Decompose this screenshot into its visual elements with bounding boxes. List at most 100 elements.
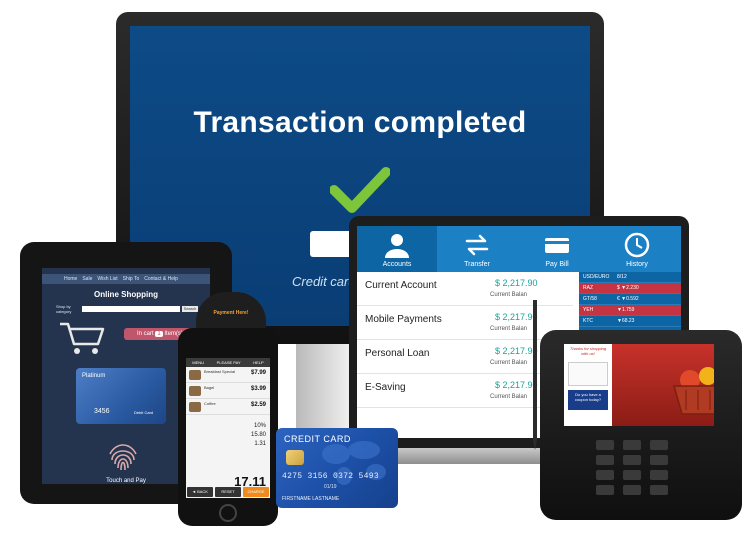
- order-summary: 10% 15.80 1.31: [251, 422, 266, 449]
- tab-pay-bill-label: Pay Bill: [545, 261, 569, 268]
- fingerprint-icon[interactable]: [106, 440, 140, 474]
- rate-pair: GT/58: [583, 296, 597, 302]
- rate-row: YEH ▼1.759: [579, 305, 681, 316]
- account-balance-label: Current Balan: [490, 394, 528, 400]
- keypad-key[interactable]: [650, 485, 668, 495]
- account-amount: $ 2,217.90: [495, 278, 538, 288]
- debit-card[interactable]: Platinum 3456 Debit Card: [76, 368, 166, 424]
- item-name: Bagel: [204, 385, 215, 390]
- home-button[interactable]: [219, 504, 237, 522]
- subtotal-value: 15.80: [250, 432, 266, 438]
- charge-button[interactable]: CHARGE: [243, 487, 269, 497]
- keypad-key[interactable]: [596, 440, 614, 450]
- tab-accounts[interactable]: Accounts: [357, 226, 437, 272]
- smartphone-device: MENU PLEASE PAY HELP Breakfast Special $…: [178, 328, 278, 526]
- shopping-cart-icon: [60, 322, 105, 354]
- rate-value: ▼68.23: [617, 318, 635, 324]
- pos-terminal: Thanks for shopping with us! Do you have…: [540, 330, 742, 520]
- payment-here-label: Payment Here!: [213, 310, 249, 316]
- tab-pay-bill[interactable]: Pay Bill: [517, 226, 597, 272]
- pos-receipt: [568, 362, 608, 386]
- rate-pair: RAZ: [583, 285, 593, 291]
- clock-icon: [624, 232, 650, 258]
- account-name: Personal Loan: [365, 348, 430, 359]
- item-price: $2.59: [250, 402, 266, 408]
- rate-value: € ▼0.592: [617, 296, 639, 302]
- account-balance-label: Current Balan: [490, 292, 528, 298]
- tab-history[interactable]: History: [597, 226, 677, 272]
- tablet-search-input[interactable]: [82, 306, 180, 312]
- reset-button[interactable]: RESET: [215, 487, 241, 497]
- item-thumbnail: [189, 386, 201, 396]
- transfer-icon: [465, 234, 489, 256]
- checkmark-icon: [330, 167, 390, 213]
- transaction-title: Transaction completed: [193, 106, 527, 139]
- rate-row: GT/58 € ▼0.592: [579, 294, 681, 305]
- tablet-search-button[interactable]: Search: [182, 306, 198, 312]
- item-price: $3.99: [250, 386, 266, 392]
- rate-value: ▼1.759: [617, 307, 635, 313]
- credit-card-number: 4275 3156 0372 5493: [282, 472, 379, 481]
- order-item[interactable]: Bagel $3.99: [186, 383, 270, 399]
- phone-action-bar: ◄ BACK RESET CHARGE: [186, 486, 270, 498]
- keypad-key[interactable]: [623, 470, 641, 480]
- tablet-nav-wishlist[interactable]: Wish List: [97, 276, 117, 282]
- item-thumbnail: [189, 402, 201, 412]
- phone-help-button[interactable]: HELP: [253, 360, 263, 365]
- tablet-nav-sale[interactable]: Sale: [82, 276, 92, 282]
- tablet-nav-contact[interactable]: Contact & Help: [144, 276, 178, 282]
- keypad-key[interactable]: [596, 485, 614, 495]
- credit-card: CREDIT CARD 4275 3156 0372 5493 01/19 FI…: [276, 428, 398, 508]
- back-button[interactable]: ◄ BACK: [187, 487, 213, 497]
- pos-coupon-prompt[interactable]: Do you have a coupon today?: [568, 390, 608, 410]
- phone-menu-button[interactable]: MENU: [192, 360, 204, 365]
- tab-accounts-label: Accounts: [382, 261, 412, 268]
- keypad-key[interactable]: [623, 455, 641, 465]
- rate-pair: USD/EURO: [583, 274, 610, 280]
- credit-card-title: CREDIT CARD: [284, 434, 351, 444]
- tablet-nav-home[interactable]: Home: [64, 276, 77, 282]
- account-balance-label: Current Balan: [490, 360, 528, 366]
- rate-pair: YEH: [583, 307, 594, 313]
- keypad-key[interactable]: [596, 470, 614, 480]
- rate-row: USD/EURO 8/12: [579, 272, 681, 283]
- tab-transfer-label: Transfer: [464, 261, 490, 268]
- tablet-nav-shipto[interactable]: Ship To: [123, 276, 140, 282]
- pos-keypad: [596, 440, 668, 495]
- item-price: $7.99: [250, 370, 266, 376]
- pos-ad-panel: [612, 344, 714, 426]
- tab-history-label: History: [626, 261, 648, 268]
- pos-thanks-message: Thanks for shopping with us!: [569, 346, 607, 356]
- rate-row: KTC ▼68.23: [579, 316, 681, 327]
- person-icon: [385, 234, 409, 258]
- debit-card-number: 3456: [94, 408, 110, 415]
- card-icon: [545, 238, 569, 253]
- tablet-page-title: Online Shopping: [94, 290, 158, 299]
- debit-card-type: Debit Card: [134, 410, 154, 415]
- account-name: Mobile Payments: [365, 314, 442, 325]
- keypad-key[interactable]: [650, 455, 668, 465]
- rate-value: $ ▼2.230: [617, 285, 639, 291]
- in-cart-count: 1: [155, 331, 163, 337]
- rate-row: RAZ $ ▼2.230: [579, 283, 681, 294]
- order-item[interactable]: Coffee $2.59: [186, 399, 270, 415]
- keypad-key[interactable]: [623, 440, 641, 450]
- order-item[interactable]: Breakfast Special $7.99: [186, 367, 270, 383]
- keypad-key[interactable]: [596, 455, 614, 465]
- chip-icon: [286, 450, 304, 465]
- keypad-key[interactable]: [623, 485, 641, 495]
- discount-value: 10%: [253, 423, 266, 429]
- tax-value: 1.31: [254, 441, 266, 447]
- phone-screen: MENU PLEASE PAY HELP Breakfast Special $…: [186, 358, 270, 498]
- tab-transfer[interactable]: Transfer: [437, 226, 517, 272]
- keypad-key[interactable]: [650, 440, 668, 450]
- phone-toolbar-title: PLEASE PAY: [216, 360, 241, 365]
- in-cart-label: In cart: [136, 331, 154, 337]
- account-name: Current Account: [365, 280, 437, 291]
- account-name: E-Saving: [365, 382, 406, 393]
- account-balance-label: Current Balan: [490, 326, 528, 332]
- shop-by-label: Shop by category: [56, 304, 72, 314]
- rate-value: 8/12: [617, 274, 627, 280]
- keypad-key[interactable]: [650, 470, 668, 480]
- pos-screen: Thanks for shopping with us! Do you have…: [564, 344, 714, 426]
